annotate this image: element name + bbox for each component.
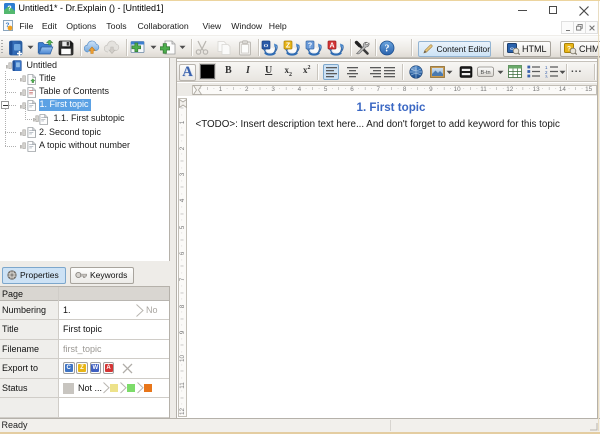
svg-text:?: ? (385, 43, 390, 54)
svg-text:3: 3 (545, 75, 548, 79)
svg-text:A: A (329, 42, 334, 49)
svg-text:?: ? (7, 6, 11, 13)
svg-text:Z: Z (286, 42, 291, 49)
svg-text:?: ? (308, 42, 312, 49)
svg-text:‹›: ‹› (264, 42, 269, 49)
svg-text:B-tn: B-tn (480, 70, 490, 76)
